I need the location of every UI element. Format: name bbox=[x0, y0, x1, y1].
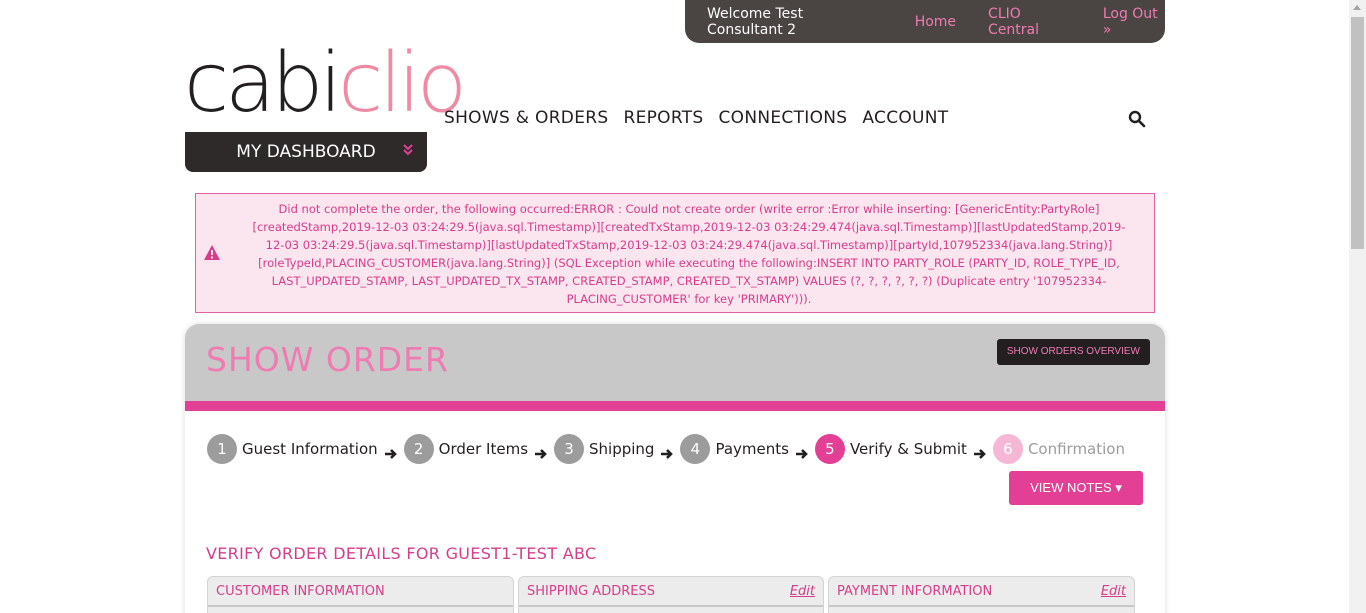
arrow-right-icon bbox=[661, 449, 674, 459]
nav-connections[interactable]: CONNECTIONS bbox=[719, 108, 848, 128]
error-alert: Did not complete the order, the followin… bbox=[195, 193, 1155, 313]
step-number: 3 bbox=[554, 434, 585, 464]
step-number: 2 bbox=[403, 434, 434, 464]
step-order-items[interactable]: 2 Order Items bbox=[403, 434, 529, 464]
nav-shows-orders[interactable]: SHOWS & ORDERS bbox=[444, 108, 608, 128]
box-title: SHIPPING ADDRESS bbox=[527, 584, 655, 599]
box-title: PAYMENT INFORMATION bbox=[837, 584, 993, 599]
nav-account[interactable]: ACCOUNT bbox=[862, 108, 948, 128]
step-verify-submit[interactable]: 5 Verify & Submit bbox=[814, 434, 967, 464]
step-number: 4 bbox=[680, 434, 711, 464]
home-link[interactable]: Home bbox=[915, 14, 956, 30]
step-label: Shipping bbox=[589, 440, 655, 458]
my-dashboard-button[interactable]: MY DASHBOARD bbox=[185, 132, 427, 172]
scrollbar-thumb[interactable] bbox=[1351, 17, 1364, 249]
arrow-right-icon bbox=[973, 449, 986, 459]
step-label: Payments bbox=[715, 440, 789, 458]
welcome-text: Welcome Test Consultant 2 bbox=[707, 5, 804, 38]
error-message: Did not complete the order, the followin… bbox=[252, 202, 1126, 306]
scroll-up-icon[interactable] bbox=[1353, 5, 1361, 10]
step-label: Verify & Submit bbox=[849, 440, 967, 458]
search-icon[interactable] bbox=[1128, 110, 1146, 128]
payment-information-box: PAYMENT INFORMATION Edit bbox=[828, 576, 1135, 613]
step-payments[interactable]: 4 Payments bbox=[680, 434, 789, 464]
clio-central-link[interactable]: CLIO Central bbox=[988, 6, 1069, 38]
logout-link[interactable]: Log Out » bbox=[1103, 6, 1165, 38]
my-dashboard-label: MY DASHBOARD bbox=[236, 142, 376, 162]
step-confirmation: 6 Confirmation bbox=[992, 434, 1125, 464]
box-header: CUSTOMER INFORMATION bbox=[208, 577, 513, 607]
arrow-right-icon bbox=[384, 449, 397, 459]
step-guest-information[interactable]: 1 Guest Information bbox=[207, 434, 378, 464]
accent-divider bbox=[185, 401, 1165, 411]
step-label: Confirmation bbox=[1027, 440, 1125, 458]
edit-payment-link[interactable]: Edit bbox=[1101, 584, 1126, 605]
box-header: SHIPPING ADDRESS Edit bbox=[519, 577, 823, 607]
view-notes-button[interactable]: VIEW NOTES ▾ bbox=[1009, 471, 1143, 505]
step-number: 6 bbox=[992, 434, 1023, 464]
show-order-panel: SHOW ORDER SHOW ORDERS OVERVIEW 1 Guest … bbox=[185, 324, 1165, 613]
cabi-clio-logo[interactable]: cabiclio bbox=[184, 34, 467, 134]
step-number: 5 bbox=[814, 434, 845, 464]
shipping-address-box: SHIPPING ADDRESS Edit bbox=[518, 576, 824, 613]
arrow-right-icon bbox=[535, 449, 547, 459]
show-orders-overview-button[interactable]: SHOW ORDERS OVERVIEW bbox=[996, 339, 1150, 365]
verify-order-heading: VERIFY ORDER DETAILS FOR GUEST1-TEST ABC bbox=[206, 544, 597, 563]
arrow-right-icon bbox=[795, 449, 808, 459]
step-label: Guest Information bbox=[242, 440, 378, 458]
order-steps: 1 Guest Information 2 Order Items 3 Ship… bbox=[207, 434, 1125, 464]
main-nav: SHOWS & ORDERS REPORTS CONNECTIONS ACCOU… bbox=[444, 108, 949, 128]
page: Welcome Test Consultant 2 Home CLIO Cent… bbox=[0, 0, 1366, 613]
step-label: Order Items bbox=[438, 440, 529, 458]
customer-information-box: CUSTOMER INFORMATION bbox=[207, 576, 514, 613]
warning-icon bbox=[203, 244, 221, 262]
edit-shipping-link[interactable]: Edit bbox=[790, 584, 815, 605]
step-number: 1 bbox=[207, 434, 237, 464]
page-title: SHOW ORDER bbox=[206, 340, 449, 379]
panel-header: SHOW ORDER SHOW ORDERS OVERVIEW bbox=[185, 324, 1165, 401]
step-shipping[interactable]: 3 Shipping bbox=[554, 434, 654, 464]
box-title: CUSTOMER INFORMATION bbox=[216, 584, 385, 599]
logo-cabi: cabi bbox=[184, 36, 342, 131]
nav-reports[interactable]: REPORTS bbox=[623, 108, 703, 128]
double-chevron-down-icon bbox=[403, 144, 413, 159]
box-header: PAYMENT INFORMATION Edit bbox=[829, 577, 1134, 607]
top-user-bar: Welcome Test Consultant 2 Home CLIO Cent… bbox=[685, 0, 1165, 43]
